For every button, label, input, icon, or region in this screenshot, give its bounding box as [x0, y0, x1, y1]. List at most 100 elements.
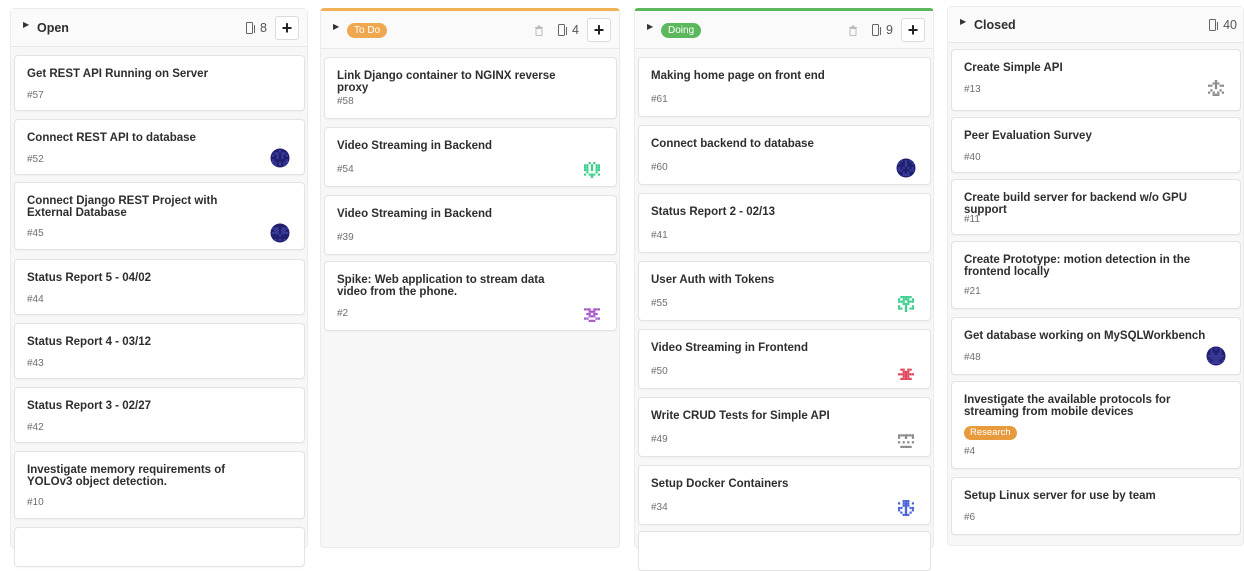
card-title[interactable]: Making home page on front end — [651, 70, 886, 82]
column-label: Doing — [661, 23, 702, 38]
card-number: #61 — [651, 94, 668, 105]
card-title[interactable]: Get database working on MySQLWorkbench — [964, 330, 1230, 342]
collapse-chevron-icon[interactable]: ▶ — [960, 17, 966, 26]
assignee-avatar-icon[interactable] — [1206, 78, 1226, 98]
column-title: Closed — [974, 18, 1016, 32]
trash-icon[interactable] — [532, 23, 546, 37]
issue-count-icon — [1209, 19, 1219, 31]
issue-card[interactable]: Status Report 4 - 03/12 #43 — [14, 323, 305, 379]
add-issue-button[interactable]: + — [275, 16, 299, 40]
issue-card[interactable]: Connect REST API to database #52 — [14, 119, 305, 175]
card-title[interactable]: Status Report 2 - 02/13 — [651, 206, 886, 218]
card-title[interactable]: Connect backend to database — [651, 138, 886, 150]
card-number: #49 — [651, 434, 668, 445]
issue-card[interactable]: Spike: Web application to stream data vi… — [324, 261, 617, 331]
assignee-avatar-icon[interactable] — [896, 294, 916, 314]
issue-card-partial[interactable] — [638, 531, 931, 571]
issue-count-icon — [558, 24, 568, 36]
issue-card[interactable]: Video Streaming in Frontend #50 — [638, 329, 931, 389]
issue-card[interactable]: Making home page on front end #61 — [638, 57, 931, 117]
card-number: #42 — [27, 422, 44, 433]
card-number: #41 — [651, 230, 668, 241]
card-number: #44 — [27, 294, 44, 305]
column-header: ▶ Open 8 + — [11, 9, 307, 47]
issue-card[interactable]: Setup Docker Containers #34 — [638, 465, 931, 525]
issue-count: 4 — [572, 23, 579, 37]
issue-card[interactable]: Status Report 5 - 04/02 #44 — [14, 259, 305, 315]
collapse-chevron-icon[interactable]: ▶ — [647, 22, 653, 31]
card-title[interactable]: Peer Evaluation Survey — [964, 130, 1196, 142]
card-title[interactable]: Status Report 3 - 02/27 — [27, 400, 260, 412]
issue-card[interactable]: Write CRUD Tests for Simple API #49 — [638, 397, 931, 457]
card-title[interactable]: Create Prototype: motion detection in th… — [964, 254, 1196, 278]
issue-card[interactable]: Create Simple API #13 — [951, 49, 1241, 111]
issue-card[interactable]: Get REST API Running on Server #57 — [14, 55, 305, 111]
issue-card[interactable]: Create build server for backend w/o GPU … — [951, 179, 1241, 235]
issue-card[interactable]: Status Report 2 - 02/13 #41 — [638, 193, 931, 253]
issue-card[interactable]: User Auth with Tokens #55 — [638, 261, 931, 321]
card-title[interactable]: Connect Django REST Project with Externa… — [27, 195, 260, 219]
add-issue-button[interactable]: + — [587, 18, 611, 42]
card-number: #57 — [27, 90, 44, 101]
assignee-avatar-icon[interactable] — [582, 304, 602, 324]
collapse-chevron-icon[interactable]: ▶ — [23, 20, 29, 29]
card-title[interactable]: Investigate memory requirements of YOLOv… — [27, 464, 260, 488]
research-label[interactable]: Research — [964, 426, 1017, 440]
assignee-avatar-icon[interactable] — [270, 223, 290, 243]
card-title[interactable]: Create build server for backend w/o GPU … — [964, 192, 1230, 216]
assignee-avatar-icon[interactable] — [896, 430, 916, 450]
card-title[interactable]: Status Report 4 - 03/12 — [27, 336, 260, 348]
card-number: #11 — [964, 214, 980, 225]
trash-icon[interactable] — [846, 23, 860, 37]
issue-card[interactable]: Investigate the available protocols for … — [951, 381, 1241, 469]
issue-count: 8 — [260, 21, 267, 35]
card-title[interactable]: User Auth with Tokens — [651, 274, 886, 286]
card-title[interactable]: Spike: Web application to stream data vi… — [337, 274, 572, 298]
issue-card-partial[interactable] — [14, 527, 305, 567]
issue-card[interactable]: Investigate memory requirements of YOLOv… — [14, 451, 305, 519]
issue-count-icon — [246, 22, 256, 34]
card-title[interactable]: Create Simple API — [964, 62, 1196, 74]
issue-card[interactable]: Connect backend to database #60 — [638, 125, 931, 185]
issue-card[interactable]: Create Prototype: motion detection in th… — [951, 241, 1241, 309]
card-number: #45 — [27, 228, 44, 239]
issue-card[interactable]: Peer Evaluation Survey #40 — [951, 117, 1241, 173]
card-title[interactable]: Video Streaming in Backend — [337, 208, 572, 220]
column-title: Open — [37, 21, 69, 35]
card-title[interactable]: Video Streaming in Frontend — [651, 342, 886, 354]
issue-card[interactable]: Link Django container to NGINX reverse p… — [324, 57, 617, 119]
assignee-avatar-icon[interactable] — [896, 498, 916, 518]
card-title[interactable]: Connect REST API to database — [27, 132, 260, 144]
card-title[interactable]: Status Report 5 - 04/02 — [27, 272, 260, 284]
assignee-avatar-icon[interactable] — [582, 160, 602, 180]
card-title[interactable]: Setup Docker Containers — [651, 478, 886, 490]
assignee-avatar-icon[interactable] — [896, 158, 916, 178]
card-title[interactable]: Video Streaming in Backend — [337, 140, 572, 152]
assignee-avatar-icon[interactable] — [270, 148, 290, 168]
issue-count: 40 — [1223, 18, 1237, 32]
assignee-avatar-icon[interactable] — [896, 362, 916, 382]
issue-card[interactable]: Setup Linux server for use by team #6 — [951, 477, 1241, 535]
issue-card[interactable]: Status Report 3 - 02/27 #42 — [14, 387, 305, 443]
assignee-avatar-icon[interactable] — [1206, 346, 1226, 366]
card-number: #6 — [964, 512, 976, 523]
card-title[interactable]: Investigate the available protocols for … — [964, 394, 1224, 418]
card-title[interactable]: Get REST API Running on Server — [27, 68, 260, 80]
card-number: #40 — [964, 152, 981, 163]
issue-card[interactable]: Video Streaming in Backend #39 — [324, 195, 617, 255]
board-column-doing: ▶ Doing 9 + Making home page on front en… — [634, 8, 934, 571]
issue-card[interactable]: Video Streaming in Backend #54 — [324, 127, 617, 187]
card-number: #55 — [651, 298, 668, 309]
issue-card[interactable]: Connect Django REST Project with Externa… — [14, 182, 305, 250]
card-number: #10 — [27, 497, 44, 508]
card-title[interactable]: Link Django container to NGINX reverse p… — [337, 70, 572, 94]
card-title[interactable]: Setup Linux server for use by team — [964, 490, 1196, 502]
issue-card[interactable]: Get database working on MySQLWorkbench #… — [951, 317, 1241, 375]
card-number: #21 — [964, 286, 981, 297]
issue-board: ▶ Open 8 + Get REST API Running on Serve… — [0, 0, 1244, 571]
issue-count-icon — [872, 24, 882, 36]
collapse-chevron-icon[interactable]: ▶ — [333, 22, 339, 31]
card-title[interactable]: Write CRUD Tests for Simple API — [651, 410, 886, 422]
add-issue-button[interactable]: + — [901, 18, 925, 42]
card-number: #13 — [964, 84, 981, 95]
